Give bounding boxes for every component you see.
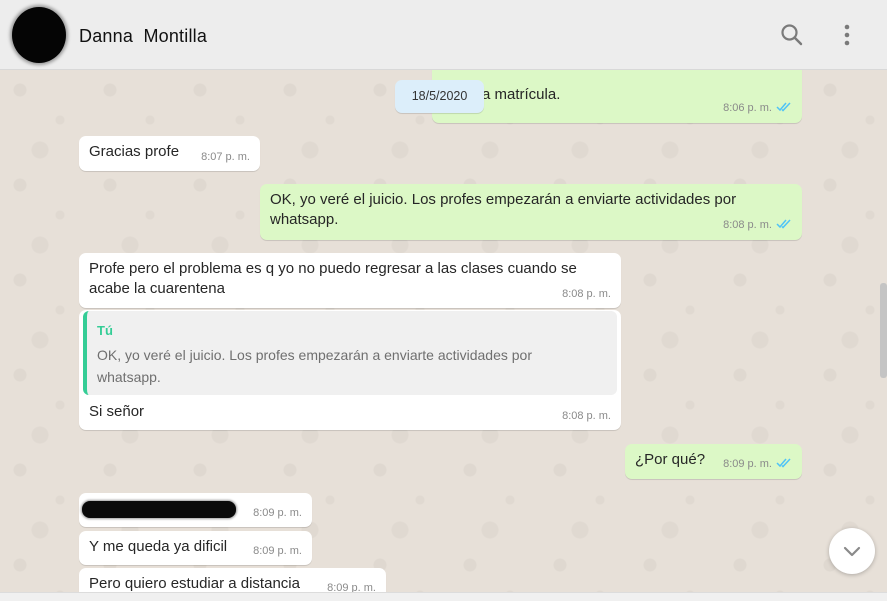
quoted-message[interactable]: Tú OK, yo veré el juicio. Los profes emp…: [83, 311, 617, 395]
message-text: ¿Por qué?: [635, 451, 706, 468]
scrollbar-thumb[interactable]: [880, 283, 887, 378]
date-separator: 18/5/2020: [395, 80, 484, 113]
message-text: a matrícula.: [482, 86, 561, 103]
read-ticks-icon: [776, 216, 792, 236]
quote-author: Tú: [97, 323, 113, 338]
message-text: Y me queda ya dificil: [89, 538, 228, 555]
chat-header: Danna Montilla: [0, 0, 887, 70]
message-bubble-outgoing[interactable]: a matrícula. 8:06 p. m.: [432, 70, 802, 123]
message-text: Si señor: [89, 403, 145, 420]
message-text: Profe pero el problema es q yo no puedo …: [89, 260, 577, 297]
message-bubble-incoming[interactable]: Pero quiero estudiar a distancia 8:09 p.…: [79, 568, 386, 592]
read-ticks-icon: [776, 99, 792, 119]
message-bubble-outgoing[interactable]: OK, yo veré el juicio. Los profes empeza…: [260, 184, 802, 240]
chat-area[interactable]: a matrícula. 8:06 p. m. 18/5/2020 Gracia…: [0, 70, 887, 592]
message-time: 8:09 p. m.: [723, 454, 792, 475]
chevron-down-icon: [843, 546, 861, 557]
message-bubble-outgoing[interactable]: ¿Por qué? 8:09 p. m.: [625, 444, 802, 479]
contact-avatar[interactable]: [12, 7, 66, 63]
message-time: 8:08 p. m.: [562, 410, 611, 422]
message-time: 8:09 p. m.: [253, 507, 302, 519]
message-bubble-incoming[interactable]: Profe pero el problema es q yo no puedo …: [79, 253, 621, 308]
message-bubble-incoming[interactable]: 8:09 p. m.: [79, 493, 312, 527]
contact-name[interactable]: Danna Montilla: [79, 26, 207, 47]
message-time: 8:06 p. m.: [723, 98, 792, 119]
message-time: 8:09 p. m.: [327, 582, 376, 592]
message-time: 8:08 p. m.: [562, 288, 611, 300]
scroll-down-button[interactable]: [829, 528, 875, 574]
message-bubble-incoming[interactable]: Y me queda ya dificil 8:09 p. m.: [79, 531, 312, 565]
menu-icon[interactable]: [836, 22, 862, 48]
message-text: OK, yo veré el juicio. Los profes empeza…: [270, 191, 737, 228]
message-time: 8:08 p. m.: [723, 215, 792, 236]
search-icon[interactable]: [779, 22, 805, 48]
read-ticks-icon: [776, 455, 792, 475]
message-time: 8:07 p. m.: [201, 151, 250, 163]
composer-bar: [0, 592, 887, 601]
message-time: 8:09 p. m.: [253, 545, 302, 557]
quote-text: OK, yo veré el juicio. Los profes empeza…: [97, 347, 533, 385]
message-text: Pero quiero estudiar a distancia: [89, 575, 300, 592]
message-text: Gracias profe: [89, 143, 180, 160]
message-bubble-incoming[interactable]: Gracias profe 8:07 p. m.: [79, 136, 260, 171]
redacted-text: [82, 501, 236, 518]
